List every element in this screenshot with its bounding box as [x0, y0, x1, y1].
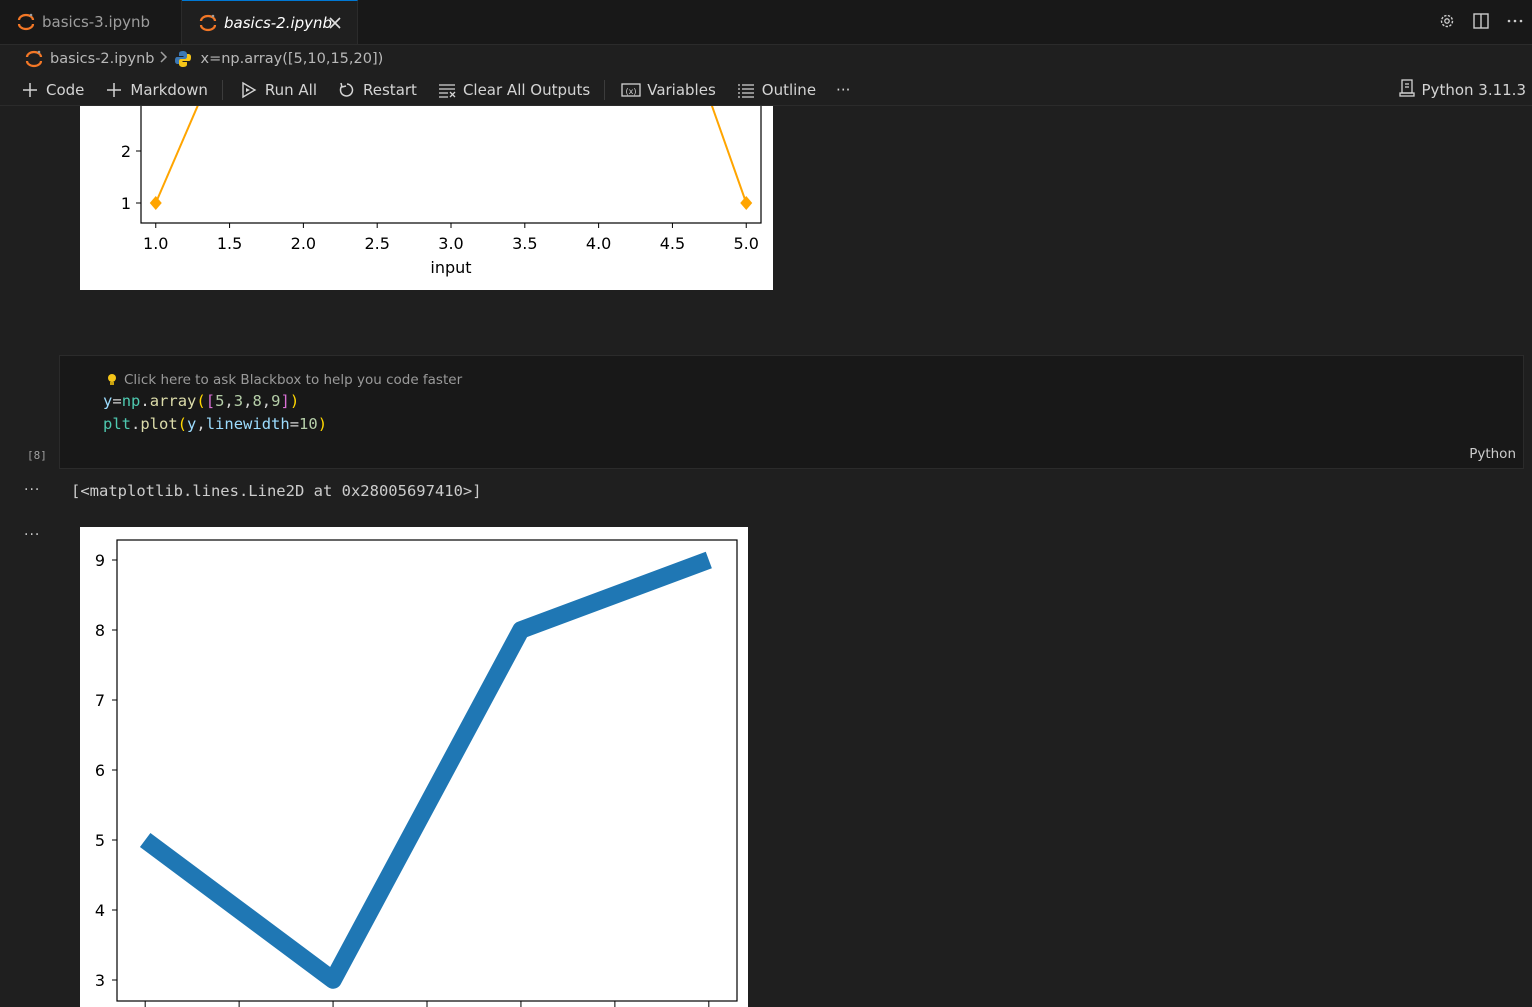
- variables-button[interactable]: (x) Variables: [617, 76, 720, 104]
- blackbox-hint-text: Click here to ask Blackbox to help you c…: [124, 372, 463, 388]
- more-toolbar-button[interactable]: ···: [832, 76, 854, 104]
- lightbulb-icon: [108, 374, 116, 385]
- code-cell[interactable]: Click here to ask Blackbox to help you c…: [59, 355, 1524, 469]
- jupyter-icon: [199, 14, 217, 31]
- y-tick-label: 7: [95, 691, 105, 710]
- kernel-picker[interactable]: Python 3.11.3: [1398, 76, 1526, 104]
- x-tick-label: 2.5: [364, 234, 389, 253]
- y-tick-label: 5: [95, 831, 105, 850]
- svg-text:(x): (x): [626, 87, 637, 96]
- outline-button[interactable]: Outline: [732, 76, 820, 104]
- y-tick-label: 2: [121, 142, 131, 161]
- more-actions-icon[interactable]: [1504, 10, 1526, 32]
- x-tick-label: 3.0: [438, 234, 463, 253]
- plus-icon: [20, 80, 40, 100]
- restart-icon: [337, 80, 357, 100]
- close-icon[interactable]: [325, 13, 345, 33]
- execution-count: [8]: [27, 449, 47, 462]
- plot-area-frame: [140, 106, 762, 224]
- line-chart-2: 3 4 5 6 7 8 9: [95, 539, 738, 1007]
- breadcrumb-file[interactable]: basics-2.ipynb: [50, 51, 154, 67]
- code-line-1: y=np.array([5,3,8,9]): [103, 392, 300, 410]
- plot-output-2: 3 4 5 6 7 8 9: [80, 527, 748, 1007]
- x-axis-label: input: [430, 258, 471, 277]
- plus-icon: [104, 80, 124, 100]
- toolbar-divider: [604, 79, 606, 100]
- cell-language[interactable]: Python: [1469, 446, 1516, 462]
- python-icon: [175, 51, 192, 67]
- x-tick-label: 3.5: [512, 234, 537, 253]
- plot-output-1: 1 2 1.0 1.5 2.0 2.5 3.0 3.5 4.0 4.5 5.0 input: [80, 106, 773, 290]
- breadcrumb-symbol[interactable]: x=np.array([5,10,15,20]): [200, 51, 383, 67]
- outline-label: Outline: [761, 80, 817, 99]
- tab-basics-3[interactable]: basics-3.ipynb: [0, 0, 182, 44]
- tab-label: basics-3.ipynb: [42, 13, 151, 31]
- tab-label: basics-2.ipynb: [224, 13, 333, 32]
- tab-basics-2[interactable]: basics-2.ipynb: [182, 0, 358, 44]
- variables-label: Variables: [647, 80, 716, 99]
- restart-label: Restart: [363, 80, 417, 99]
- y-tick-label: 4: [95, 901, 105, 920]
- clear-all-outputs-button[interactable]: Clear All Outputs: [433, 76, 594, 104]
- run-all-icon: [239, 80, 259, 100]
- clear-all-icon: [437, 80, 457, 100]
- x-tick-label: 1.5: [217, 234, 242, 253]
- variables-icon: (x): [621, 80, 641, 100]
- output-more-icon[interactable]: ···: [24, 527, 40, 543]
- output-more-icon[interactable]: ···: [24, 482, 40, 498]
- x-tick-label: 1.0: [143, 234, 168, 253]
- line-chart-1: 1 2 1.0 1.5 2.0 2.5 3.0 3.5 4.0 4.5 5.0 input: [121, 106, 762, 277]
- jupyter-icon: [17, 13, 35, 31]
- blackbox-hint[interactable]: Click here to ask Blackbox to help you c…: [106, 372, 462, 388]
- editor-tab-bar: basics-3.ipynb basics-2.ipynb: [0, 0, 1532, 45]
- x-tick-label: 4.0: [586, 234, 611, 253]
- add-code-cell-button[interactable]: Code: [16, 76, 88, 104]
- kernel-icon: [1398, 79, 1416, 101]
- notebook-toolbar: Code Markdown Run All Restart Clear All …: [0, 74, 1532, 106]
- restart-button[interactable]: Restart: [333, 76, 421, 104]
- y-tick-label: 1: [121, 194, 131, 213]
- jupyter-icon: [25, 50, 43, 68]
- editor-actions: [1436, 10, 1526, 32]
- x-tick-label: 2.0: [291, 234, 316, 253]
- y-tick-label: 6: [95, 761, 105, 780]
- split-editor-icon[interactable]: [1470, 10, 1492, 32]
- text-output: [<matplotlib.lines.Line2D at 0x280056974…: [71, 482, 482, 500]
- code-editor[interactable]: y=np.array([5,3,8,9]) plt.plot(y,linewidt…: [103, 390, 327, 436]
- run-all-label: Run All: [264, 80, 318, 99]
- add-markdown-cell-button[interactable]: Markdown: [100, 76, 211, 104]
- add-markdown-label: Markdown: [130, 80, 208, 99]
- outline-icon: [736, 80, 756, 100]
- chevron-right-icon: [160, 51, 168, 67]
- more-icon: ···: [836, 80, 851, 99]
- clear-all-label: Clear All Outputs: [462, 80, 591, 99]
- y-tick-label: 9: [95, 551, 105, 570]
- settings-gear-icon[interactable]: [1436, 10, 1458, 32]
- toolbar-divider: [221, 79, 223, 100]
- x-tick-label: 5.0: [734, 234, 759, 253]
- y-tick-label: 8: [95, 621, 105, 640]
- x-tick-label: 4.5: [660, 234, 685, 253]
- y-tick-label: 3: [95, 971, 105, 990]
- breadcrumb: basics-2.ipynb x=np.array([5,10,15,20]): [24, 47, 383, 71]
- kernel-label: Python 3.11.3: [1421, 81, 1526, 99]
- run-all-button[interactable]: Run All: [235, 76, 321, 104]
- add-code-label: Code: [46, 80, 85, 99]
- plot-area-frame: [116, 539, 738, 1002]
- code-line-2: plt.plot(y,linewidth=10): [103, 415, 328, 433]
